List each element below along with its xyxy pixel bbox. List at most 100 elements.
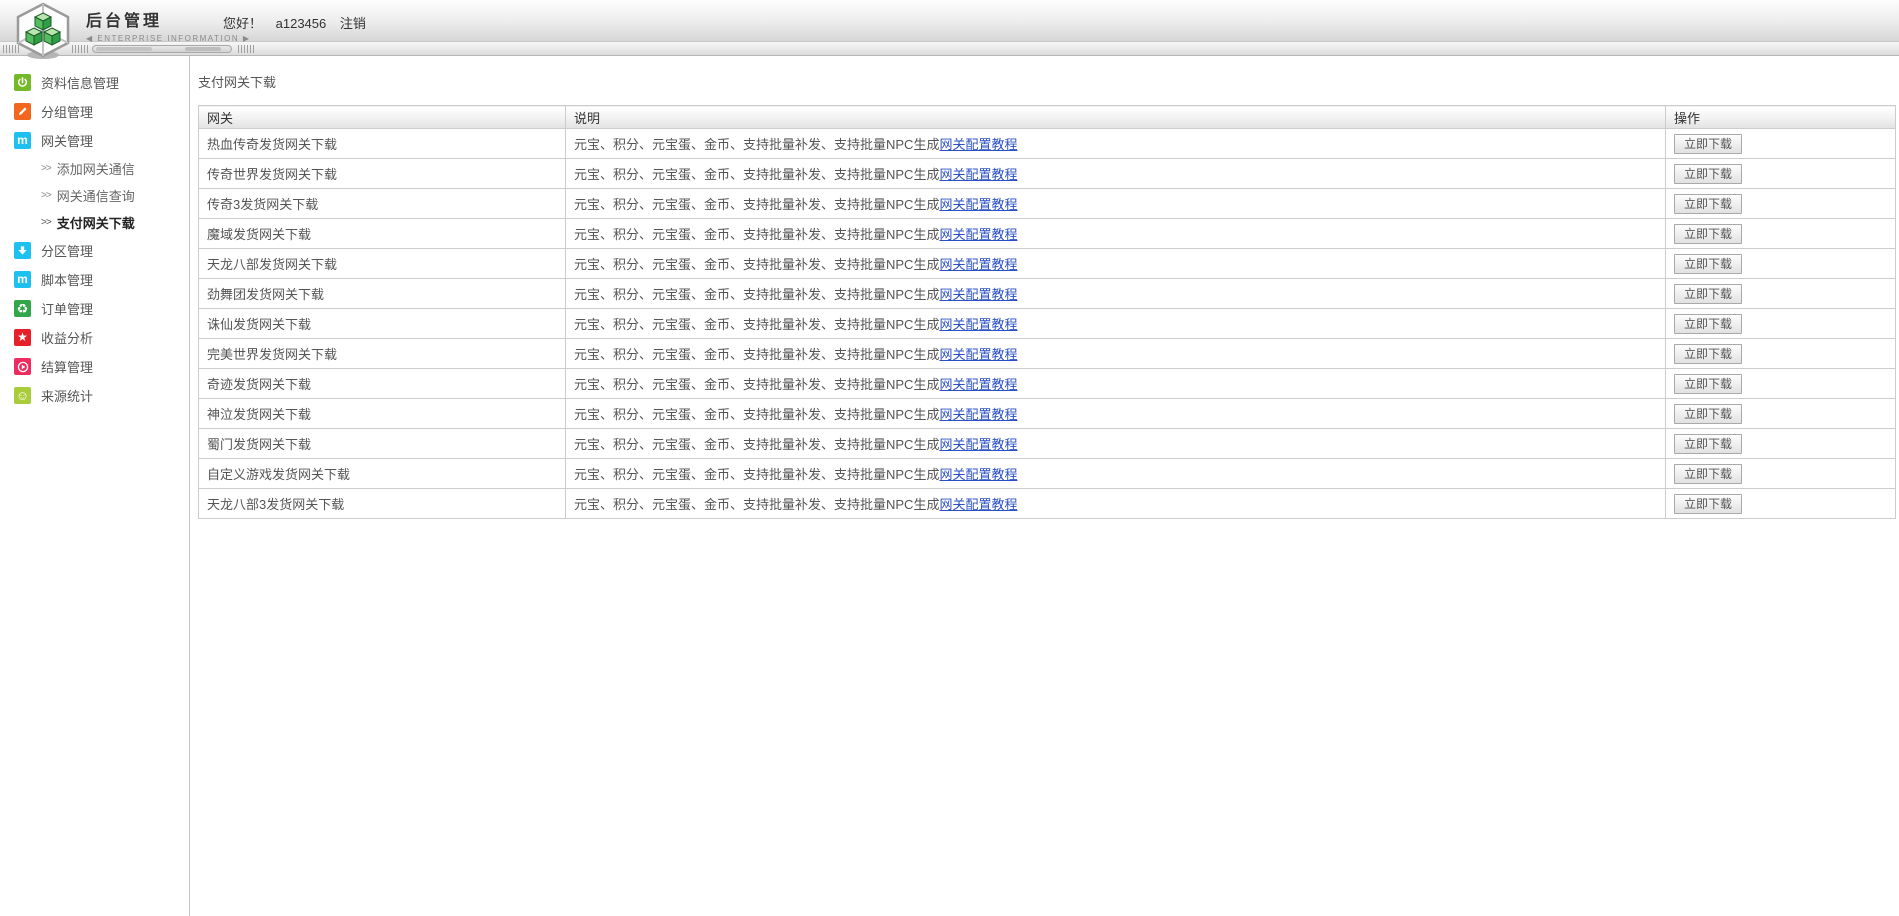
gateway-config-tutorial-link[interactable]: 网关配置教程 — [939, 257, 1017, 272]
operation-cell: 立即下载 — [1666, 159, 1896, 189]
table-row: 蜀门发货网关下载 元宝、积分、元宝蛋、金币、支持批量补发、支持批量NPC生成网关… — [199, 429, 1896, 459]
smiley-icon: ☺ — [14, 387, 31, 404]
gateway-name-cell: 魔域发货网关下载 — [199, 219, 566, 249]
gateway-config-tutorial-link[interactable]: 网关配置教程 — [939, 437, 1017, 452]
sidebar-item-label: 收益分析 — [41, 328, 93, 347]
table-row: 传奇3发货网关下载 元宝、积分、元宝蛋、金币、支持批量补发、支持批量NPC生成网… — [199, 189, 1896, 219]
download-now-button[interactable]: 立即下载 — [1674, 464, 1742, 484]
down-arrow-icon — [14, 242, 31, 259]
download-now-button[interactable]: 立即下载 — [1674, 374, 1742, 394]
gateway-name-cell: 完美世界发货网关下载 — [199, 339, 566, 369]
gateway-name-cell: 天龙八部发货网关下载 — [199, 249, 566, 279]
pencil-icon — [14, 103, 31, 120]
description-text: 元宝、积分、元宝蛋、金币、支持批量补发、支持批量NPC生成 — [574, 347, 939, 362]
gateway-description-cell: 元宝、积分、元宝蛋、金币、支持批量补发、支持批量NPC生成网关配置教程 — [566, 159, 1666, 189]
download-now-button[interactable]: 立即下载 — [1674, 404, 1742, 424]
sidebar-subitem-add-gateway[interactable]: >> 添加网关通信 — [0, 155, 189, 182]
download-now-button[interactable]: 立即下载 — [1674, 314, 1742, 334]
sidebar-item-info-management[interactable]: 资料信息管理 — [0, 68, 189, 97]
operation-cell: 立即下载 — [1666, 369, 1896, 399]
gateway-config-tutorial-link[interactable]: 网关配置教程 — [939, 137, 1017, 152]
greeting-text: 您好！ — [223, 16, 262, 31]
table-row: 诛仙发货网关下载 元宝、积分、元宝蛋、金币、支持批量补发、支持批量NPC生成网关… — [199, 309, 1896, 339]
sidebar-item-label: 分组管理 — [41, 102, 93, 121]
gateway-name-cell: 自定义游戏发货网关下载 — [199, 459, 566, 489]
sidebar-item-revenue-analysis[interactable]: ★ 收益分析 — [0, 323, 189, 352]
gateway-config-tutorial-link[interactable]: 网关配置教程 — [939, 227, 1017, 242]
gateway-config-tutorial-link[interactable]: 网关配置教程 — [939, 317, 1017, 332]
sidebar-item-script-management[interactable]: m 脚本管理 — [0, 265, 189, 294]
table-row: 天龙八部3发货网关下载 元宝、积分、元宝蛋、金币、支持批量补发、支持批量NPC生… — [199, 489, 1896, 519]
operation-cell: 立即下载 — [1666, 309, 1896, 339]
logout-link[interactable]: 注销 — [340, 16, 366, 31]
sidebar-item-label: 订单管理 — [41, 299, 93, 318]
gateway-name: 神泣发货网关下载 — [207, 407, 311, 422]
app-header: 后台管理 ◀ ENTERPRISE INFORMATION ▶ 您好！ a123… — [0, 0, 1899, 42]
gateway-name-cell: 蜀门发货网关下载 — [199, 429, 566, 459]
sidebar-item-label: 来源统计 — [41, 386, 93, 405]
operation-cell: 立即下载 — [1666, 429, 1896, 459]
download-now-button[interactable]: 立即下载 — [1674, 254, 1742, 274]
gateway-name: 劲舞团发货网关下载 — [207, 287, 324, 302]
download-now-button[interactable]: 立即下载 — [1674, 434, 1742, 454]
description-text: 元宝、积分、元宝蛋、金币、支持批量补发、支持批量NPC生成 — [574, 497, 939, 512]
gateway-name-cell: 热血传奇发货网关下载 — [199, 129, 566, 159]
gateway-config-tutorial-link[interactable]: 网关配置教程 — [939, 167, 1017, 182]
gateway-name: 魔域发货网关下载 — [207, 227, 311, 242]
gateway-description-cell: 元宝、积分、元宝蛋、金币、支持批量补发、支持批量NPC生成网关配置教程 — [566, 249, 1666, 279]
gateway-config-tutorial-link[interactable]: 网关配置教程 — [939, 377, 1017, 392]
gateway-name-cell: 奇迹发货网关下载 — [199, 369, 566, 399]
sidebar-item-group-management[interactable]: 分组管理 — [0, 97, 189, 126]
gateway-description-cell: 元宝、积分、元宝蛋、金币、支持批量补发、支持批量NPC生成网关配置教程 — [566, 429, 1666, 459]
gateway-description-cell: 元宝、积分、元宝蛋、金币、支持批量补发、支持批量NPC生成网关配置教程 — [566, 369, 1666, 399]
operation-cell: 立即下载 — [1666, 459, 1896, 489]
sidebar-item-label: 结算管理 — [41, 357, 93, 376]
gateway-description-cell: 元宝、积分、元宝蛋、金币、支持批量补发、支持批量NPC生成网关配置教程 — [566, 459, 1666, 489]
description-text: 元宝、积分、元宝蛋、金币、支持批量补发、支持批量NPC生成 — [574, 137, 939, 152]
operation-cell: 立即下载 — [1666, 129, 1896, 159]
sidebar-item-gateway-management[interactable]: m 网关管理 — [0, 126, 189, 155]
sidebar-item-label: 网关管理 — [41, 131, 93, 150]
gateway-config-tutorial-link[interactable]: 网关配置教程 — [939, 497, 1017, 512]
gateway-config-tutorial-link[interactable]: 网关配置教程 — [939, 347, 1017, 362]
gateway-name: 蜀门发货网关下载 — [207, 437, 311, 452]
sidebar-subitem-payment-gateway-download[interactable]: >> 支付网关下载 — [0, 209, 189, 236]
table-row: 天龙八部发货网关下载 元宝、积分、元宝蛋、金币、支持批量补发、支持批量NPC生成… — [199, 249, 1896, 279]
sidebar: 资料信息管理 分组管理 m 网关管理 >> 添加网关通信 >> 网关通信查询 >… — [0, 56, 190, 916]
gateway-config-tutorial-link[interactable]: 网关配置教程 — [939, 287, 1017, 302]
app-logo-icon — [10, 2, 76, 60]
download-now-button[interactable]: 立即下载 — [1674, 344, 1742, 364]
sidebar-item-partition-management[interactable]: 分区管理 — [0, 236, 189, 265]
sidebar-subitem-gateway-query[interactable]: >> 网关通信查询 — [0, 182, 189, 209]
gateway-name: 完美世界发货网关下载 — [207, 347, 337, 362]
description-text: 元宝、积分、元宝蛋、金币、支持批量补发、支持批量NPC生成 — [574, 407, 939, 422]
gateway-table: 网关 说明 操作 热血传奇发货网关下载 元宝、积分、元宝蛋、金币、支持批量补发、… — [198, 105, 1896, 519]
table-row: 神泣发货网关下载 元宝、积分、元宝蛋、金币、支持批量补发、支持批量NPC生成网关… — [199, 399, 1896, 429]
script-m-icon: m — [14, 271, 31, 288]
download-now-button[interactable]: 立即下载 — [1674, 494, 1742, 514]
gateway-config-tutorial-link[interactable]: 网关配置教程 — [939, 407, 1017, 422]
gateway-name-cell: 天龙八部3发货网关下载 — [199, 489, 566, 519]
gateway-name-cell: 传奇3发货网关下载 — [199, 189, 566, 219]
sidebar-item-settlement-management[interactable]: 结算管理 — [0, 352, 189, 381]
download-now-button[interactable]: 立即下载 — [1674, 224, 1742, 244]
operation-cell: 立即下载 — [1666, 249, 1896, 279]
operation-cell: 立即下载 — [1666, 279, 1896, 309]
submenu-arrow-icon: >> — [41, 190, 51, 201]
download-now-button[interactable]: 立即下载 — [1674, 164, 1742, 184]
download-now-button[interactable]: 立即下载 — [1674, 134, 1742, 154]
sidebar-item-source-statistics[interactable]: ☺ 来源统计 — [0, 381, 189, 410]
table-row: 传奇世界发货网关下载 元宝、积分、元宝蛋、金币、支持批量补发、支持批量NPC生成… — [199, 159, 1896, 189]
gateway-config-tutorial-link[interactable]: 网关配置教程 — [939, 197, 1017, 212]
gateway-name: 传奇世界发货网关下载 — [207, 167, 337, 182]
gateway-description-cell: 元宝、积分、元宝蛋、金币、支持批量补发、支持批量NPC生成网关配置教程 — [566, 489, 1666, 519]
gateway-name: 热血传奇发货网关下载 — [207, 137, 337, 152]
table-row: 热血传奇发货网关下载 元宝、积分、元宝蛋、金币、支持批量补发、支持批量NPC生成… — [199, 129, 1896, 159]
download-now-button[interactable]: 立即下载 — [1674, 284, 1742, 304]
gateway-config-tutorial-link[interactable]: 网关配置教程 — [939, 467, 1017, 482]
download-now-button[interactable]: 立即下载 — [1674, 194, 1742, 214]
sidebar-item-order-management[interactable]: ♻ 订单管理 — [0, 294, 189, 323]
description-text: 元宝、积分、元宝蛋、金币、支持批量补发、支持批量NPC生成 — [574, 227, 939, 242]
main-content: 支付网关下载 网关 说明 操作 热血传奇发货网关下载 元宝、积分、元宝蛋、金币、… — [190, 56, 1899, 916]
description-text: 元宝、积分、元宝蛋、金币、支持批量补发、支持批量NPC生成 — [574, 467, 939, 482]
